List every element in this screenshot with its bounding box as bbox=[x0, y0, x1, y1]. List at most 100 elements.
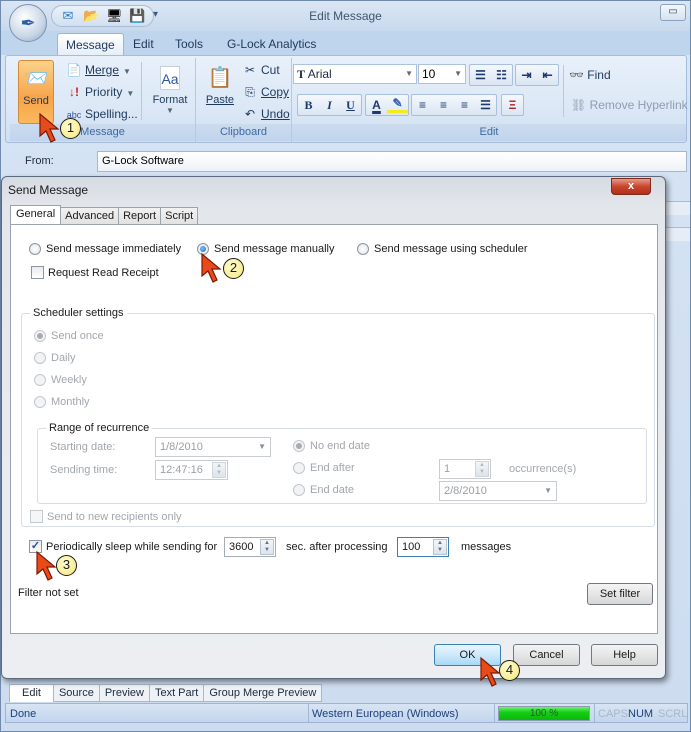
view-tab-edit[interactable]: Edit bbox=[9, 684, 54, 702]
highlight-icon[interactable]: ✎ bbox=[387, 95, 408, 113]
ribbon-tab-message[interactable]: Message bbox=[57, 33, 124, 55]
checkbox-icon bbox=[31, 266, 44, 279]
format-button[interactable]: Aa Format ▼ bbox=[148, 60, 192, 124]
merge-icon: 📄 bbox=[66, 63, 82, 77]
justify-icon[interactable]: ☰ bbox=[475, 95, 496, 115]
help-button[interactable]: Help bbox=[591, 644, 658, 666]
checkbox-icon bbox=[30, 510, 43, 523]
chevron-down-icon: ▼ bbox=[454, 69, 462, 78]
undo-icon: ↶ bbox=[244, 107, 256, 121]
paste-button[interactable]: 📋 Paste bbox=[202, 60, 238, 124]
request-read-receipt-checkbox[interactable]: Request Read Receipt bbox=[31, 266, 159, 279]
bullet-list-icon[interactable]: ☷ bbox=[491, 65, 512, 85]
annotation-marker-3: 3 bbox=[56, 555, 77, 576]
spin-arrows-icon[interactable]: ▲ ▼ bbox=[260, 539, 274, 555]
view-tab-source[interactable]: Source bbox=[53, 684, 100, 702]
sending-time-input[interactable]: 12:47:16 ▲ ▼ bbox=[155, 460, 228, 480]
send-once-radio[interactable]: Send once bbox=[34, 330, 104, 342]
divider bbox=[594, 704, 595, 722]
format-icon: Aa bbox=[160, 66, 180, 90]
copy-button[interactable]: ⎘ Copy bbox=[242, 82, 289, 102]
weekly-radio[interactable]: Weekly bbox=[34, 374, 87, 386]
tab-general[interactable]: General bbox=[10, 205, 62, 226]
starting-date-picker[interactable]: 1/8/2010 ▼ bbox=[155, 437, 271, 457]
occurrences-input[interactable]: 1 ▲ ▼ bbox=[439, 459, 491, 479]
underline-button[interactable]: U bbox=[340, 95, 361, 115]
open-folder-icon[interactable]: 📂 bbox=[83, 8, 99, 24]
cut-button[interactable]: ✂ Cut bbox=[242, 60, 280, 80]
save-icon[interactable]: 💾 bbox=[129, 8, 145, 24]
sleep-messages-input[interactable]: 100 ▲ ▼ bbox=[397, 537, 449, 557]
range-of-recurrence-legend: Range of recurrence bbox=[46, 422, 153, 434]
status-text: Done bbox=[10, 708, 37, 720]
view-tab-text-part[interactable]: Text Part bbox=[149, 684, 205, 702]
paragraph-tools: Ξ bbox=[501, 94, 524, 116]
app-menu-button[interactable]: ✒ bbox=[9, 4, 47, 42]
paragraph-spacing-icon[interactable]: Ξ bbox=[502, 95, 523, 115]
radio-selected-icon bbox=[34, 330, 46, 342]
scheduler-settings-legend: Scheduler settings bbox=[30, 307, 127, 319]
daily-radio[interactable]: Daily bbox=[34, 352, 75, 364]
new-message-icon[interactable]: ✉ bbox=[60, 8, 76, 24]
sleep-seconds-input[interactable]: 3600 ▲ ▼ bbox=[224, 537, 276, 557]
scissors-icon: ✂ bbox=[244, 63, 256, 77]
font-color-icon[interactable]: A bbox=[366, 95, 387, 115]
numbered-list-icon[interactable]: ☰ bbox=[470, 65, 491, 85]
set-filter-button[interactable]: Set filter bbox=[587, 583, 653, 605]
title-bar: Edit Message ✉ 📂 🖥 💾 ▾ ▭ bbox=[1, 1, 690, 31]
from-field[interactable]: G-Lock Software bbox=[97, 151, 687, 172]
connect-icon[interactable]: 🖥 bbox=[106, 8, 123, 24]
clipboard-group-label: Clipboard bbox=[196, 124, 291, 141]
send-using-scheduler-radio[interactable]: Send message using scheduler bbox=[357, 243, 527, 255]
remove-hyperlink-button[interactable]: ⛓ Remove Hyperlink bbox=[571, 98, 688, 112]
spin-arrows-icon[interactable]: ▲ ▼ bbox=[433, 539, 447, 555]
ribbon-tab-g-lock-analytics[interactable]: G-Lock Analytics bbox=[219, 33, 324, 55]
view-tab-group-merge-preview[interactable]: Group Merge Preview bbox=[204, 684, 323, 702]
increase-indent-icon[interactable]: ⇥ bbox=[516, 65, 537, 85]
minimize-button[interactable]: ▭ bbox=[660, 4, 686, 21]
undo-button[interactable]: ↶ Undo bbox=[242, 104, 290, 124]
chevron-down-icon: ▼ bbox=[166, 106, 174, 115]
radio-icon bbox=[34, 374, 46, 386]
no-end-date-radio[interactable]: No end date bbox=[293, 440, 370, 452]
align-right-icon[interactable]: ≡ bbox=[454, 95, 475, 115]
from-label: From: bbox=[25, 155, 54, 167]
tab-report[interactable]: Report bbox=[119, 207, 162, 225]
send-to-new-recipients-checkbox[interactable]: Send to new recipients only bbox=[30, 510, 182, 523]
end-date-radio[interactable]: End date bbox=[293, 484, 354, 496]
font-name-combo[interactable]: T Arial ▼ bbox=[293, 64, 417, 84]
ribbon-tab-edit[interactable]: Edit bbox=[125, 33, 162, 55]
find-button[interactable]: 👓 Find bbox=[569, 68, 611, 82]
ribbon-tab-tools[interactable]: Tools bbox=[167, 33, 211, 55]
cancel-button[interactable]: Cancel bbox=[513, 644, 580, 666]
customize-qat-icon[interactable]: ▾ bbox=[153, 9, 158, 20]
general-tab-panel: Send message immediately Send message ma… bbox=[10, 224, 658, 634]
end-date-picker[interactable]: 2/8/2010 ▼ bbox=[439, 481, 557, 501]
text-style-tools: B I U bbox=[297, 94, 362, 116]
align-left-icon[interactable]: ≡ bbox=[412, 95, 433, 115]
close-button[interactable]: x bbox=[611, 178, 651, 195]
paste-icon: 📋 bbox=[207, 67, 233, 89]
radio-icon bbox=[357, 243, 369, 255]
color-tools: A ✎ bbox=[365, 94, 409, 116]
ribbon-tabs: Message Edit Tools G-Lock Analytics bbox=[1, 31, 690, 55]
occurrences-label: occurrence(s) bbox=[509, 463, 577, 475]
num-indicator: NUM bbox=[628, 708, 654, 720]
align-center-icon[interactable]: ≡ bbox=[433, 95, 454, 115]
merge-button[interactable]: 📄 Merge ▼ bbox=[66, 60, 131, 80]
decrease-indent-icon[interactable]: ⇤ bbox=[537, 65, 558, 85]
spin-arrows-icon[interactable]: ▲ ▼ bbox=[212, 462, 226, 478]
tab-script[interactable]: Script bbox=[161, 207, 199, 225]
end-after-radio[interactable]: End after bbox=[293, 462, 355, 474]
spin-arrows-icon[interactable]: ▲ ▼ bbox=[475, 461, 489, 477]
progress-label: 100 % bbox=[529, 708, 559, 719]
italic-button[interactable]: I bbox=[319, 95, 340, 115]
font-size-combo[interactable]: 10 ▼ bbox=[418, 64, 466, 84]
send-immediately-radio[interactable]: Send message immediately bbox=[29, 243, 181, 255]
priority-button[interactable]: ↓! Priority ▼ bbox=[66, 82, 134, 102]
view-tab-preview[interactable]: Preview bbox=[99, 684, 150, 702]
monthly-radio[interactable]: Monthly bbox=[34, 396, 90, 408]
tab-advanced[interactable]: Advanced bbox=[61, 207, 120, 225]
radio-selected-icon bbox=[293, 440, 305, 452]
bold-button[interactable]: B bbox=[298, 95, 319, 115]
